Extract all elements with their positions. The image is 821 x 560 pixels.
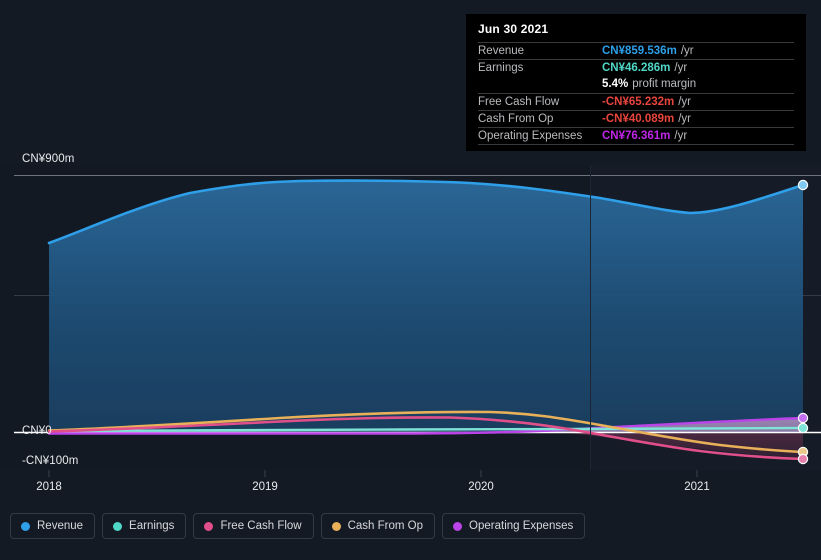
tooltip-label-free-cash-flow: Free Cash Flow (478, 96, 560, 108)
chart-legend: Revenue Earnings Free Cash Flow Cash Fro… (10, 513, 586, 539)
tooltip-value-earnings: CN¥46.286m (602, 62, 671, 74)
x-axis-label-2021: 2021 (684, 481, 710, 493)
tooltip-text-profit-margin: profit margin (632, 78, 697, 90)
tooltip-row-cash-from-op: Cash From Op -CN¥40.089m /yr (478, 110, 794, 127)
tooltip-unit-free-cash-flow: /yr (678, 96, 692, 108)
tooltip-unit-operating-expenses: /yr (674, 130, 688, 142)
tooltip-label-operating-expenses: Operating Expenses (478, 130, 583, 142)
y-axis-label-top: CN¥900m (22, 153, 75, 165)
legend-label-cash-from-op: Cash From Op (347, 520, 424, 532)
tooltip-unit-revenue: /yr (680, 45, 694, 57)
tooltip-unit-earnings: /yr (674, 62, 688, 74)
tooltip-value-free-cash-flow: -CN¥65.232m (602, 96, 675, 108)
tooltip-label-revenue: Revenue (478, 45, 525, 57)
endpoint-revenue[interactable] (797, 179, 809, 191)
legend-item-revenue[interactable]: Revenue (10, 513, 96, 539)
tooltip-row-free-cash-flow: Free Cash Flow -CN¥65.232m /yr (478, 93, 794, 110)
legend-dot-earnings-icon (113, 521, 123, 531)
legend-item-free-cash-flow[interactable]: Free Cash Flow (193, 513, 314, 539)
revenue-area (49, 180, 803, 432)
legend-label-free-cash-flow: Free Cash Flow (220, 520, 302, 532)
y-axis-label-negative: -CN¥100m (22, 455, 79, 467)
legend-dot-operating-expenses-icon (453, 521, 463, 531)
x-axis-label-2018: 2018 (36, 481, 62, 493)
legend-item-earnings[interactable]: Earnings (102, 513, 187, 539)
legend-item-operating-expenses[interactable]: Operating Expenses (442, 513, 586, 539)
endpoint-earnings[interactable] (797, 422, 809, 434)
tooltip-label-cash-from-op: Cash From Op (478, 113, 554, 125)
legend-dot-cash-from-op-icon (331, 521, 341, 531)
tooltip-row-profit-margin: 5.4% profit margin (478, 76, 794, 93)
x-axis-label-2020: 2020 (468, 481, 494, 493)
tooltip-value-profit-margin: 5.4% (602, 78, 629, 90)
chart-page: CN¥900m CN¥0 -CN¥100m 2018 2019 2020 202… (0, 0, 821, 560)
x-axis-label-2019: 2019 (252, 481, 278, 493)
legend-label-operating-expenses: Operating Expenses (469, 520, 574, 532)
tooltip-label-earnings: Earnings (478, 62, 524, 74)
legend-label-earnings: Earnings (129, 520, 175, 532)
tooltip-row-earnings: Earnings CN¥46.286m /yr (478, 59, 794, 76)
endpoint-free-cash-flow[interactable] (797, 453, 809, 465)
legend-label-revenue: Revenue (37, 520, 84, 532)
tooltip-value-cash-from-op: -CN¥40.089m (602, 113, 675, 125)
tooltip-date: Jun 30 2021 (478, 22, 549, 36)
legend-item-cash-from-op[interactable]: Cash From Op (320, 513, 436, 539)
tooltip-value-operating-expenses: CN¥76.361m (602, 130, 671, 142)
tooltip-row-operating-expenses: Operating Expenses CN¥76.361m /yr (478, 127, 794, 145)
endpoint-operating-expenses[interactable] (797, 412, 809, 424)
tooltip-unit-cash-from-op: /yr (678, 113, 692, 125)
y-axis-label-zero: CN¥0 (22, 425, 52, 437)
chart-tooltip: Jun 30 2021 Revenue CN¥859.536m /yr Earn… (466, 14, 806, 151)
legend-dot-free-cash-flow-icon (204, 521, 214, 531)
tooltip-row-revenue: Revenue CN¥859.536m /yr (478, 42, 794, 59)
legend-dot-revenue-icon (21, 521, 30, 531)
tooltip-value-revenue: CN¥859.536m (602, 45, 677, 57)
